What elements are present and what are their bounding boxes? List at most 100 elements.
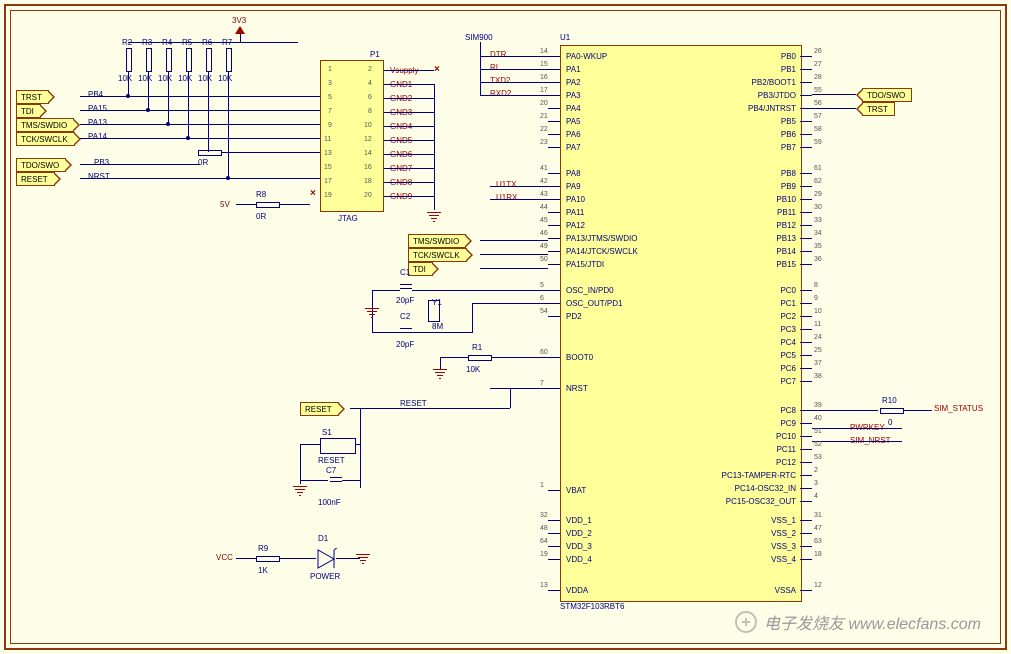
- reset-net: RESET: [400, 399, 427, 408]
- rail-3v3: 3V3: [232, 16, 246, 25]
- mcu-pin-name: PB4/JNTRST: [748, 104, 796, 113]
- mcu-pin-name: PA9: [566, 182, 581, 191]
- mcu-pin-name: PB12: [776, 221, 796, 230]
- mcu-pin-num: 28: [814, 74, 822, 81]
- crystal: [428, 300, 440, 322]
- mcu-pin-name: PA4: [566, 104, 581, 113]
- mcu-pin-name: VDD_2: [566, 529, 592, 538]
- mcu-pin-num: 1: [540, 482, 544, 489]
- mcu-pin-name: PA2: [566, 78, 581, 87]
- no-connect-icon: ×: [310, 188, 316, 199]
- mcu-pin-name: PB0: [781, 52, 796, 61]
- r3: [146, 48, 152, 72]
- mcu-pin-name: PA8: [566, 169, 581, 178]
- sim900-title: SIM900: [465, 33, 493, 42]
- mcu-pin-num: 59: [814, 139, 822, 146]
- r7: [226, 48, 232, 72]
- port-reset: RESET: [16, 172, 55, 186]
- mcu-pin-name: PB10: [776, 195, 796, 204]
- mcu-pin-name: OSC_OUT/PD1: [566, 299, 622, 308]
- p1-name: JTAG: [338, 214, 358, 223]
- mcu-pin-num: 26: [814, 48, 822, 55]
- mcu-pin-name: VSS_1: [771, 516, 796, 525]
- mcu-pin-name: PA5: [566, 117, 581, 126]
- mcu-pin-name: PB3/JTDO: [758, 91, 796, 100]
- mcu-pin-name: PA6: [566, 130, 581, 139]
- mcu-pin-name: PA11: [566, 208, 584, 217]
- mcu-pin-num: 35: [814, 243, 822, 250]
- mcu-pin-num: 56: [814, 100, 822, 107]
- mcu-pin-name: PA10: [566, 195, 585, 204]
- mcu-pin-num: 3: [814, 480, 818, 487]
- port-right-trst: TRST: [862, 102, 895, 116]
- mcu-pin-num: 29: [814, 191, 822, 198]
- rail-5v: 5V: [220, 200, 230, 209]
- mcu-pin-name: PC8: [780, 406, 796, 415]
- mcu-pin-name: PC15-OSC32_OUT: [726, 497, 796, 506]
- r-0r-series: [198, 150, 222, 156]
- mcu-pin-num: 9: [814, 295, 818, 302]
- mcu-pin-name: VDDA: [566, 586, 588, 595]
- mcu-pin-name: VDD_4: [566, 555, 592, 564]
- c2: [400, 326, 412, 334]
- mcu-pin-num: 62: [814, 178, 822, 185]
- mcu-pin-name: PB14: [776, 247, 796, 256]
- mcu-pin-name: VDD_1: [566, 516, 592, 525]
- mcu-pin-num: 55: [814, 87, 822, 94]
- mcu-pin-num: 11: [814, 321, 821, 328]
- mcu-pin-name: OSC_IN/PD0: [566, 286, 614, 295]
- r10: [880, 408, 904, 414]
- mcu-pin-name: PA12: [566, 221, 585, 230]
- mcu-pin-name: PA1: [566, 65, 581, 74]
- mcu-pin-name: PB7: [781, 143, 796, 152]
- mcu-pin-name: PC10: [776, 432, 796, 441]
- mcu-pin-num: 27: [814, 61, 822, 68]
- port-tdo: TDO/SWO: [16, 158, 66, 172]
- mcu: [560, 45, 802, 602]
- mcu-pin-num: 4: [814, 493, 818, 500]
- port-mcu-tck: TCK/SWCLK: [408, 248, 467, 262]
- mcu-pin-num: 13: [540, 582, 548, 589]
- port-tck: TCK/SWCLK: [16, 132, 75, 146]
- mcu-part: STM32F103RBT6: [560, 602, 624, 611]
- mcu-pin-name: VSS_2: [771, 529, 796, 538]
- port-trst: TRST: [16, 90, 49, 104]
- vcc-label: VCC: [216, 553, 233, 562]
- mcu-pin-name: VDD_3: [566, 542, 592, 551]
- c7: [330, 475, 342, 483]
- mcu-pin-num: 30: [814, 204, 822, 211]
- mcu-pin-name: PC9: [780, 419, 796, 428]
- reset-switch: [320, 438, 356, 454]
- mcu-pin-num: 43: [540, 191, 548, 198]
- mcu-pin-num: 49: [540, 243, 548, 250]
- mcu-pin-num: 7: [540, 380, 544, 387]
- mcu-pin-name: PC2: [780, 312, 796, 321]
- mcu-pin-name: PA13/JTMS/SWDIO: [566, 234, 637, 243]
- mcu-pin-name: PC5: [780, 351, 796, 360]
- mcu-pin-name: PC4: [780, 338, 796, 347]
- mcu-pin-name: PC11: [777, 445, 796, 454]
- mcu-pin-num: 51: [814, 428, 822, 435]
- mcu-pin-num: 36: [814, 256, 822, 263]
- c1: [400, 282, 412, 290]
- mcu-pin-num: 34: [814, 230, 822, 237]
- mcu-pin-num: 37: [814, 360, 822, 367]
- mcu-pin-num: 39: [814, 402, 822, 409]
- mcu-pin-num: 32: [540, 512, 548, 519]
- mcu-pin-name: PA3: [566, 91, 581, 100]
- port-tms: TMS/SWDIO: [16, 118, 74, 132]
- port-reset-mcu: RESET: [300, 402, 339, 416]
- mcu-pin-name: PC12: [776, 458, 796, 467]
- mcu-pin-name: PA15/JTDI: [566, 260, 604, 269]
- sim-status: SIM_STATUS: [934, 404, 983, 413]
- mcu-pin-num: 31: [814, 512, 822, 519]
- mcu-pin-num: 45: [540, 217, 548, 224]
- mcu-pin-num: 41: [540, 165, 548, 172]
- mcu-pin-num: 61: [814, 165, 822, 172]
- mcu-pin-name: PB9: [781, 182, 796, 191]
- mcu-pin-num: 23: [540, 139, 548, 146]
- mcu-pin-num: 15: [540, 61, 548, 68]
- mcu-pin-name: PA7: [566, 143, 581, 152]
- mcu-pin-name: BOOT0: [566, 353, 593, 362]
- mcu-pin-name: PB1: [781, 65, 796, 74]
